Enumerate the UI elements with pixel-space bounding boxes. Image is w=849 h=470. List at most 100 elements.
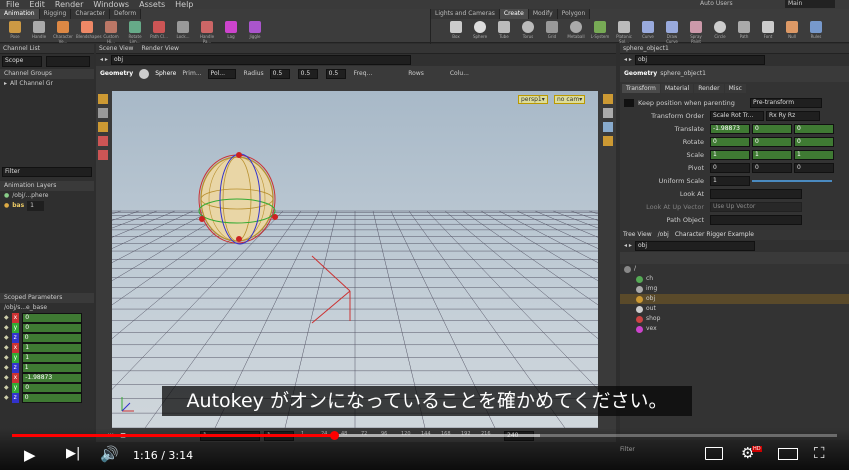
tool-jiggle[interactable]: Jiggle [244,21,266,44]
channel-value[interactable]: 0 [22,383,83,393]
tree-tab-obj[interactable]: /obj [658,230,669,240]
tool-sphere[interactable]: Sphere [469,21,491,44]
display-options-icon[interactable] [603,94,613,104]
tool-tube[interactable]: Tube [493,21,515,44]
nav-arrow-icon[interactable]: ◂ ▸ [624,55,632,65]
play-icon[interactable]: ▶ [24,446,36,464]
rotate-x[interactable]: 0 [710,136,750,147]
move-tool-icon[interactable] [98,108,108,118]
channel-value[interactable]: -1.98873 [22,373,83,383]
tool-rotate-limit[interactable]: Rotate Lim... [124,21,146,44]
scoped-param-row[interactable]: ◆ y 1 [0,353,94,363]
channel-list-tab[interactable]: Channel List [0,44,94,54]
camera-cam-dropdown[interactable]: no cam▾ [554,95,586,104]
menu-edit[interactable]: Edit [29,0,45,9]
tool-rules[interactable]: Rules [805,21,827,44]
menu-render[interactable]: Render [55,0,83,9]
magnet-icon[interactable] [98,150,108,160]
select-tool-icon[interactable] [98,94,108,104]
uniform-scale-field[interactable]: 1 [710,175,750,186]
scoped-param-row[interactable]: ◆ z 0 [0,393,94,403]
pose-tool-icon[interactable] [98,136,108,146]
back-arrow-icon[interactable]: ◂ ▸ [100,55,108,65]
tool-handle-path[interactable]: Handle Pa... [196,21,218,44]
tree-node[interactable]: img [620,284,849,294]
translate-x[interactable]: -1.98873 [710,123,750,134]
menu-assets[interactable]: Assets [139,0,165,9]
tool-pose[interactable]: Pose [4,21,26,44]
tool-character[interactable]: Character Ve... [52,21,74,44]
camera-persp-dropdown[interactable]: persp1▾ [518,95,548,104]
channel-value[interactable]: 0 [21,393,82,403]
fullscreen-icon[interactable]: ⛶ [814,444,825,462]
channel-value[interactable]: 1 [22,353,83,363]
scope-field[interactable] [46,56,90,67]
shelf-tab-polygon[interactable]: Polygon [557,9,591,19]
layer-base-weight[interactable]: 1 [27,201,44,211]
tree-node[interactable]: vex [620,324,849,334]
channel-value[interactable]: 1 [21,363,82,373]
auto-users[interactable]: Auto Users [700,0,733,7]
tool-blendshapes[interactable]: Blendshapes [76,21,102,44]
tool-platonic[interactable]: Platonic Sol... [613,21,635,44]
tree-tab-rigger[interactable]: Character Rigger Example [675,230,754,240]
tool-handle[interactable]: Handle [28,21,50,44]
radius-z[interactable]: 0.5 [325,69,346,79]
transform-order-dropdown[interactable]: Scale Rot Tr... [710,110,764,121]
handle-tool-icon[interactable] [98,122,108,132]
scale-y[interactable]: 1 [752,149,792,160]
translate-z[interactable]: 0 [794,123,834,134]
timeline-filter[interactable]: Filter [620,446,635,453]
lighting-icon[interactable] [603,108,613,118]
shelf-tab-rigging[interactable]: Rigging [39,9,72,19]
tree-path[interactable]: obj [634,241,755,251]
channel-value[interactable]: 1 [22,343,83,353]
rotate-y[interactable]: 0 [752,136,792,147]
shelf-tab-lights[interactable]: Lights and Cameras [431,9,500,19]
next-icon[interactable]: ▶| [66,446,80,461]
viewport-path[interactable]: obj [110,55,411,65]
tool-circle[interactable]: Circle [709,21,731,44]
tree-nav-icon[interactable]: ◂ ▸ [624,241,632,251]
ptab-misc[interactable]: Misc [724,84,746,93]
tool-lock[interactable]: Lock... [172,21,194,44]
scope-dropdown[interactable]: Scope [2,56,42,67]
tab-scene-view[interactable]: Scene View [99,44,133,53]
translate-y[interactable]: 0 [752,123,792,134]
channel-value[interactable]: 0 [22,323,83,333]
theater-mode-icon[interactable] [778,448,798,460]
scoped-param-row[interactable]: ◆ x -1.98873 [0,373,94,383]
tree-node[interactable]: shop [620,314,849,324]
tool-lsystem[interactable]: L-System [589,21,611,44]
tool-null[interactable]: Null [781,21,803,44]
volume-icon[interactable]: 🔊 [100,445,119,463]
path-object-field[interactable] [710,214,802,225]
shelf-tab-create[interactable]: Create [499,9,529,19]
tool-metaball[interactable]: Metaball [565,21,587,44]
scoped-param-row[interactable]: ◆ x 1 [0,343,94,353]
pivot-x[interactable]: 0 [710,162,750,173]
rotate-order-dropdown[interactable]: Rx Ry Rz [766,110,820,121]
tool-path-create[interactable]: Path [733,21,755,44]
tool-font[interactable]: Font [757,21,779,44]
all-channel-groups[interactable]: ▸ All Channel Gr [0,79,94,89]
video-progress-bar[interactable] [12,431,837,440]
poly-dropdown[interactable]: Pol... [207,69,236,79]
tool-draw-curve[interactable]: Draw Curve [661,21,683,44]
uniform-scale-slider[interactable] [752,179,832,182]
radius-y[interactable]: 0.5 [297,69,318,79]
param-path[interactable]: obj [634,55,765,65]
ptab-material[interactable]: Material [660,84,694,93]
tab-render-view[interactable]: Render View [141,44,179,53]
tab-sphere-object[interactable]: sphere_object1 [620,44,849,54]
tool-torus[interactable]: Torus [517,21,539,44]
filter-field[interactable]: Filter [2,167,92,177]
pivot-y[interactable]: 0 [752,162,792,173]
shelf-tab-modify[interactable]: Modify [528,9,558,19]
scrubber-handle[interactable] [329,431,339,440]
keep-position-dropdown[interactable]: Pre-transform [750,97,822,108]
tool-box[interactable]: Box [445,21,467,44]
tool-grid[interactable]: Grid [541,21,563,44]
channel-value[interactable]: 0 [22,313,83,323]
sphere-object[interactable] [198,152,278,245]
